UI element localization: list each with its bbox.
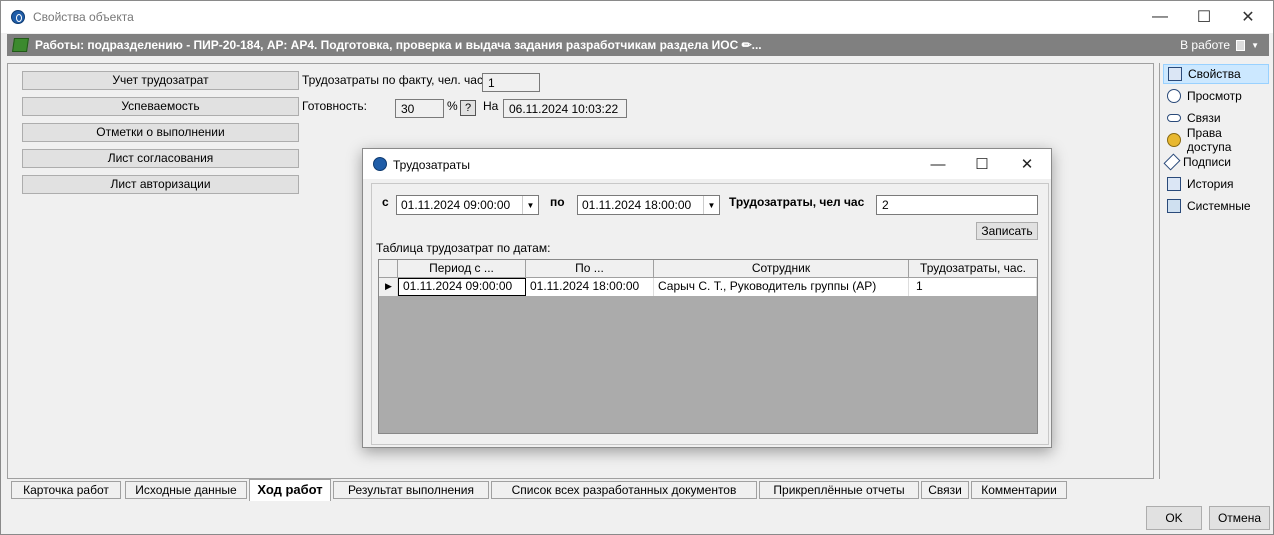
pen-icon bbox=[1163, 153, 1181, 171]
panel-item-label: Просмотр bbox=[1187, 89, 1242, 103]
from-date-picker[interactable]: 01.11.2024 09:00:00 ▼ bbox=[396, 195, 539, 215]
book-icon bbox=[12, 38, 29, 52]
panel-item-links[interactable]: Связи bbox=[1163, 108, 1269, 128]
panel-item-preview[interactable]: Просмотр bbox=[1163, 86, 1269, 106]
dialog-body: с 01.11.2024 09:00:00 ▼ по 01.11.2024 18… bbox=[371, 183, 1049, 445]
column-header-period-from[interactable]: Период с ... bbox=[398, 260, 526, 278]
status-selector[interactable]: В работе ▼ bbox=[1180, 38, 1259, 52]
help-button[interactable]: ? bbox=[460, 100, 476, 116]
dialog-close-button[interactable]: ✕ bbox=[1004, 149, 1050, 179]
to-label: по bbox=[550, 195, 565, 209]
table-label: Таблица трудозатрат по датам: bbox=[376, 241, 551, 255]
labor-hours-input[interactable]: 2 bbox=[876, 195, 1038, 215]
table-cell-period-from[interactable]: 01.11.2024 09:00:00 bbox=[398, 278, 526, 296]
on-date-label: На bbox=[483, 99, 499, 113]
labor-hours-label: Трудозатраты, чел час bbox=[729, 195, 865, 209]
tab-source-data[interactable]: Исходные данные bbox=[125, 481, 247, 499]
app-icon bbox=[11, 10, 25, 24]
column-header-hours[interactable]: Трудозатраты, час. bbox=[909, 260, 1037, 278]
actual-labor-label: Трудозатраты по факту, чел. час bbox=[302, 73, 483, 87]
save-button[interactable]: Записать bbox=[976, 222, 1038, 240]
column-header-period-to[interactable]: По ... bbox=[526, 260, 654, 278]
app-icon bbox=[373, 157, 387, 171]
column-header-employee[interactable]: Сотрудник bbox=[654, 260, 909, 278]
labor-dialog: Трудозатраты — ☐ ✕ с 01.11.2024 09:00:00… bbox=[362, 148, 1052, 448]
tab-attached-reports[interactable]: Прикреплённые отчеты bbox=[759, 481, 919, 499]
document-icon bbox=[1236, 39, 1246, 51]
row-pointer-icon[interactable]: ▶ bbox=[379, 278, 398, 296]
percent-label: % bbox=[447, 99, 458, 113]
progress-button[interactable]: Успеваемость bbox=[22, 97, 299, 116]
panel-item-label: Подписи bbox=[1183, 155, 1231, 169]
ok-button[interactable]: OK bbox=[1146, 506, 1202, 530]
object-title: Работы: подразделению - ПИР-20-184, АР: … bbox=[35, 38, 762, 52]
chevron-down-icon[interactable]: ▼ bbox=[703, 196, 719, 214]
maximize-button[interactable]: ☐ bbox=[1181, 1, 1227, 33]
dialog-minimize-button[interactable]: — bbox=[915, 149, 961, 179]
object-header-bar: Работы: подразделению - ПИР-20-184, АР: … bbox=[7, 34, 1269, 56]
readiness-label: Готовность: bbox=[302, 99, 367, 113]
panel-item-system[interactable]: Системные bbox=[1163, 196, 1269, 216]
status-label: В работе bbox=[1180, 38, 1231, 52]
cancel-button[interactable]: Отмена bbox=[1209, 506, 1270, 530]
from-date-value: 01.11.2024 09:00:00 bbox=[401, 198, 511, 212]
magnifier-icon bbox=[1167, 89, 1181, 103]
tab-work-card[interactable]: Карточка работ bbox=[11, 481, 121, 499]
dialog-maximize-button[interactable]: ☐ bbox=[959, 149, 1005, 179]
chevron-down-icon: ▼ bbox=[1251, 40, 1259, 50]
chevron-down-icon[interactable]: ▼ bbox=[522, 196, 538, 214]
panel-item-label: Права доступа bbox=[1186, 126, 1232, 154]
minimize-button[interactable]: — bbox=[1137, 1, 1183, 33]
dialog-title: Трудозатраты bbox=[393, 158, 470, 172]
table-cell-employee[interactable]: Сарыч С. Т., Руководитель группы (АР) bbox=[654, 278, 909, 296]
panel-item-signatures[interactable]: Подписи bbox=[1163, 152, 1269, 172]
panel-item-label: История bbox=[1187, 177, 1234, 191]
table-cell-hours[interactable]: 1 bbox=[909, 278, 1037, 296]
close-button[interactable]: ✕ bbox=[1225, 1, 1271, 33]
actual-labor-field[interactable]: 1 bbox=[482, 73, 540, 92]
system-icon bbox=[1167, 199, 1181, 213]
to-date-value: 01.11.2024 18:00:00 bbox=[582, 198, 692, 212]
tab-all-documents[interactable]: Список всех разработанных документов bbox=[491, 481, 757, 499]
completion-marks-button[interactable]: Отметки о выполнении bbox=[22, 123, 299, 142]
title-bar: Свойства объекта — ☐ ✕ bbox=[1, 1, 1273, 33]
labor-table: Период с ... По ... Сотрудник Трудозатра… bbox=[378, 259, 1038, 434]
tab-execution-result[interactable]: Результат выполнения bbox=[333, 481, 489, 499]
labor-accounting-button[interactable]: Учет трудозатрат bbox=[22, 71, 299, 90]
tab-work-progress[interactable]: Ход работ bbox=[249, 479, 331, 501]
from-label: с bbox=[382, 195, 389, 209]
authorization-sheet-button[interactable]: Лист авторизации bbox=[22, 175, 299, 194]
panel-item-label: Свойства bbox=[1188, 67, 1241, 81]
key-icon bbox=[1167, 133, 1181, 147]
right-side-panel: Свойства Просмотр Связи Права доступа По… bbox=[1159, 63, 1271, 479]
on-date-field[interactable]: 06.11.2024 10:03:22 bbox=[503, 99, 627, 118]
link-icon bbox=[1167, 114, 1181, 122]
tab-comments[interactable]: Комментарии bbox=[971, 481, 1067, 499]
to-date-picker[interactable]: 01.11.2024 18:00:00 ▼ bbox=[577, 195, 720, 215]
panel-item-label: Связи bbox=[1187, 111, 1221, 125]
properties-icon bbox=[1168, 67, 1182, 81]
panel-item-history[interactable]: История bbox=[1163, 174, 1269, 194]
row-header-corner bbox=[379, 260, 398, 278]
table-cell-period-to[interactable]: 01.11.2024 18:00:00 bbox=[526, 278, 654, 296]
panel-item-properties[interactable]: Свойства bbox=[1163, 64, 1269, 84]
approval-sheet-button[interactable]: Лист согласования bbox=[22, 149, 299, 168]
readiness-field[interactable]: 30 bbox=[395, 99, 444, 118]
dialog-title-bar: Трудозатраты — ☐ ✕ bbox=[363, 149, 1051, 179]
history-icon bbox=[1167, 177, 1181, 191]
window-title: Свойства объекта bbox=[33, 10, 134, 24]
panel-item-access-rights[interactable]: Права доступа bbox=[1163, 126, 1269, 154]
tab-links[interactable]: Связи bbox=[921, 481, 969, 499]
panel-item-label: Системные bbox=[1187, 199, 1251, 213]
